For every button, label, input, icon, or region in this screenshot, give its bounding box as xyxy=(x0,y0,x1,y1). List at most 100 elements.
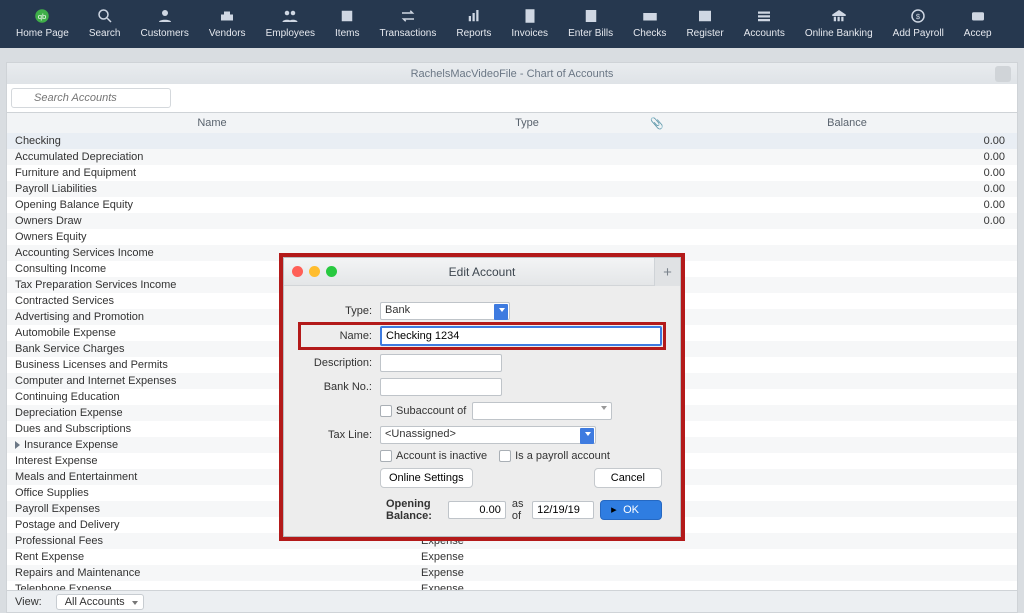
nav-payroll[interactable]: $Add Payroll xyxy=(883,4,954,41)
table-row[interactable]: Opening Balance Equity 0.00 xyxy=(7,197,1017,213)
transactions-icon xyxy=(399,6,417,26)
nav-transactions[interactable]: Transactions xyxy=(369,4,446,41)
account-balance: 0.00 xyxy=(677,151,1017,163)
account-balance: 0.00 xyxy=(677,199,1017,211)
subaccount-select[interactable] xyxy=(472,402,612,420)
accounts-table: Checking0.00Accumulated Depreciation0.00… xyxy=(6,133,1018,613)
items-icon xyxy=(338,6,356,26)
nav-checks[interactable]: Checks xyxy=(623,4,676,41)
ok-button[interactable]: ▸OK xyxy=(600,500,662,520)
subaccount-label: Subaccount of xyxy=(396,405,466,417)
account-name: Payroll Liabilities xyxy=(7,183,417,195)
subaccount-checkbox[interactable] xyxy=(380,405,392,417)
nav-banking[interactable]: Online Banking xyxy=(795,4,883,41)
accept-icon xyxy=(969,6,987,26)
bankno-input[interactable] xyxy=(380,378,502,396)
column-header-balance[interactable]: Balance xyxy=(677,117,1017,129)
table-footer: View: All Accounts xyxy=(7,590,1017,612)
name-input[interactable] xyxy=(380,326,662,346)
nav-bills[interactable]: Enter Bills xyxy=(558,4,623,41)
account-balance: 0.00 xyxy=(677,183,1017,195)
zoom-icon[interactable] xyxy=(326,266,337,277)
asof-date-input[interactable] xyxy=(532,501,594,519)
svg-text:$: $ xyxy=(916,12,921,21)
column-header-type[interactable]: Type xyxy=(417,117,637,129)
edit-account-dialog: Edit Account + Type: Bank Name: Descript… xyxy=(283,257,681,537)
nav-search[interactable]: Search xyxy=(79,4,131,41)
inactive-label: Account is inactive xyxy=(396,450,487,462)
nav-customers[interactable]: Customers xyxy=(131,4,199,41)
bankno-label: Bank No.: xyxy=(302,381,372,393)
checks-icon xyxy=(641,6,659,26)
type-label: Type: xyxy=(302,305,372,317)
view-select[interactable]: All Accounts xyxy=(56,594,144,610)
nav-employees[interactable]: Employees xyxy=(256,4,325,41)
inactive-checkbox[interactable] xyxy=(380,450,392,462)
home-icon: qb xyxy=(32,6,52,26)
taxline-label: Tax Line: xyxy=(302,429,372,441)
svg-text:qb: qb xyxy=(38,12,46,21)
column-header-name[interactable]: Name xyxy=(7,117,417,129)
nav-accounts[interactable]: Accounts xyxy=(734,4,795,41)
table-row[interactable]: Payroll Liabilities 0.00 xyxy=(7,181,1017,197)
nav-reports[interactable]: Reports xyxy=(446,4,501,41)
dialog-title: Edit Account xyxy=(284,265,680,279)
view-label: View: xyxy=(15,596,42,608)
table-row[interactable]: Checking0.00 xyxy=(7,133,1017,149)
type-select[interactable]: Bank xyxy=(380,302,510,320)
window-controls xyxy=(284,266,337,277)
account-name: Repairs and Maintenance xyxy=(7,567,417,579)
table-row[interactable]: Furniture and Equipment0.00 xyxy=(7,165,1017,181)
nav-home[interactable]: qbHome Page xyxy=(6,4,79,41)
vendors-icon xyxy=(218,6,236,26)
asof-label: as of xyxy=(512,498,526,522)
description-label: Description: xyxy=(302,357,372,369)
account-type: Expense xyxy=(417,567,637,579)
account-name: Rent Expense xyxy=(7,551,417,563)
table-row[interactable]: Owners Equity xyxy=(7,229,1017,245)
add-button[interactable]: + xyxy=(654,258,680,286)
account-name: Accumulated Depreciation xyxy=(7,151,417,163)
highlight-frame: Edit Account + Type: Bank Name: Descript… xyxy=(279,253,685,541)
opening-balance-label: Opening Balance: xyxy=(386,498,442,522)
expand-icon[interactable] xyxy=(15,441,20,449)
nav-accept[interactable]: Accep xyxy=(954,4,1002,41)
table-row[interactable]: Repairs and MaintenanceExpense xyxy=(7,565,1017,581)
window-title-bar: RachelsMacVideoFile - Chart of Accounts xyxy=(6,62,1018,84)
nav-items[interactable]: Items xyxy=(325,4,369,41)
account-name: Opening Balance Equity xyxy=(7,199,417,211)
payroll-icon: $ xyxy=(909,6,927,26)
opening-balance-input[interactable] xyxy=(448,501,506,519)
table-row[interactable]: Rent ExpenseExpense xyxy=(7,549,1017,565)
tag-icon[interactable] xyxy=(995,66,1011,82)
account-name: Checking xyxy=(7,135,417,147)
dialog-titlebar[interactable]: Edit Account + xyxy=(284,258,680,286)
search-input[interactable] xyxy=(11,88,171,108)
close-icon[interactable] xyxy=(292,266,303,277)
taxline-select[interactable]: <Unassigned> xyxy=(380,426,596,444)
minimize-icon[interactable] xyxy=(309,266,320,277)
nav-invoices[interactable]: Invoices xyxy=(501,4,558,41)
invoices-icon xyxy=(521,6,539,26)
description-input[interactable] xyxy=(380,354,502,372)
nav-register[interactable]: Register xyxy=(676,4,733,41)
table-row[interactable]: Accumulated Depreciation 0.00 xyxy=(7,149,1017,165)
reports-icon xyxy=(465,6,483,26)
payroll-checkbox[interactable] xyxy=(499,450,511,462)
employees-icon xyxy=(281,6,299,26)
cancel-button[interactable]: Cancel xyxy=(594,468,662,488)
name-label: Name: xyxy=(302,330,372,342)
register-icon xyxy=(696,6,714,26)
account-balance: 0.00 xyxy=(677,167,1017,179)
bills-icon xyxy=(582,6,600,26)
name-highlight-frame: Name: xyxy=(298,322,666,350)
nav-vendors[interactable]: Vendors xyxy=(199,4,256,41)
column-header-attachment[interactable]: 📎 xyxy=(637,117,677,130)
online-settings-button[interactable]: Online Settings xyxy=(380,468,473,488)
account-balance: 0.00 xyxy=(677,215,1017,227)
search-icon xyxy=(96,6,114,26)
column-headers: Name Type 📎 Balance xyxy=(6,113,1018,133)
accounts-icon xyxy=(755,6,773,26)
table-row[interactable]: Owners Draw0.00 xyxy=(7,213,1017,229)
cursor-icon: ▸ xyxy=(611,503,617,516)
